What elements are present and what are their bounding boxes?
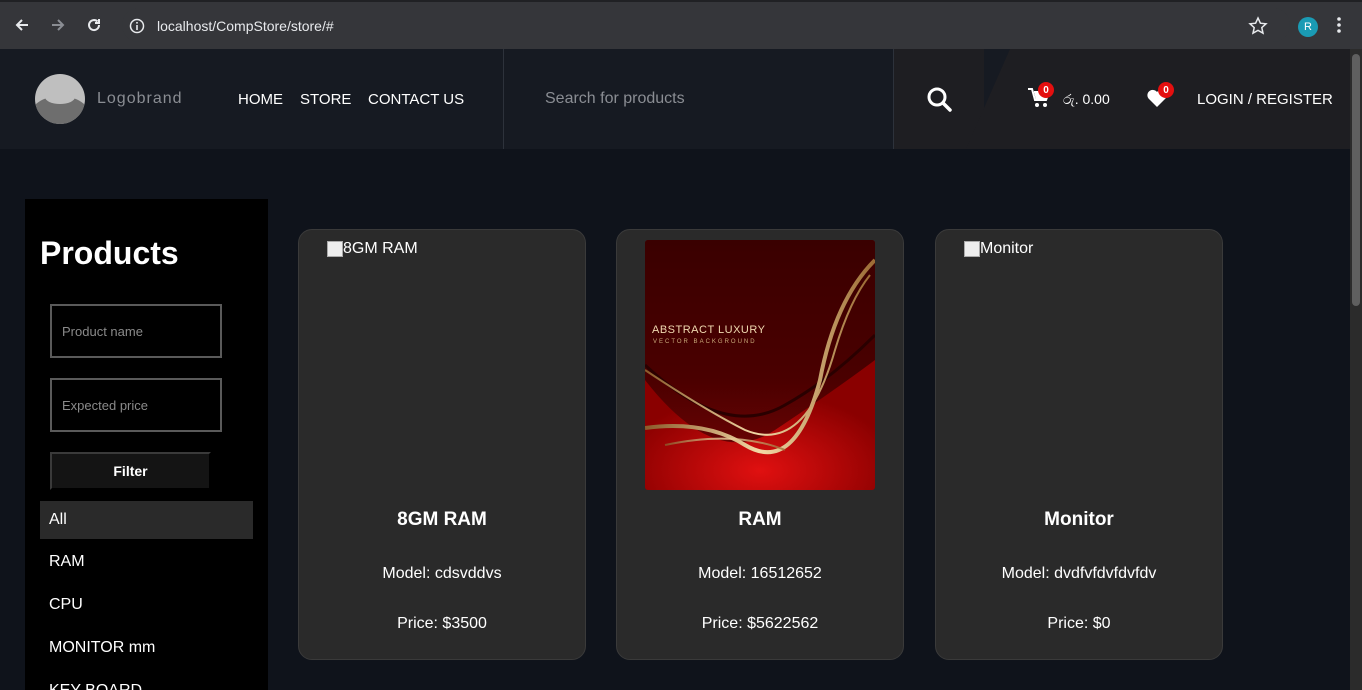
bookmark-star-icon[interactable] [1248,16,1268,41]
category-monitor[interactable]: MONITOR mm [40,629,253,667]
wishlist-count-badge: 0 [1158,82,1174,98]
image-subcaption: VECTOR BACKGROUND [653,339,757,345]
url-text: localhost/CompStore/store/# [157,18,334,34]
browser-toolbar: localhost/CompStore/store/# R [0,0,1362,49]
search-placeholder: Search for products [545,90,685,107]
product-price: Price: $0 [1047,615,1111,632]
login-register-link[interactable]: LOGIN / REGISTER [1197,91,1333,108]
sidebar-title: Products [40,235,179,271]
product-title[interactable]: 8GM RAM [299,509,585,531]
profile-avatar[interactable]: R [1298,17,1318,37]
nav-store[interactable]: STORE [300,91,351,108]
cart-total: රු. 0.00 [1063,91,1110,107]
product-card[interactable]: 8GM RAM 8GM RAM Model: cdsvddvs Price: $… [298,229,586,660]
category-keyboard[interactable]: KEY BOARD [40,672,253,690]
broken-image-icon [964,241,980,257]
search-icon [926,86,952,117]
cart-count-badge: 0 [1038,82,1054,98]
reload-icon[interactable] [84,15,104,35]
image-caption: ABSTRACT LUXURY [652,324,766,336]
product-title[interactable]: Monitor [936,509,1222,531]
broken-image: Monitor [964,240,1033,258]
product-name-placeholder: Product name [62,324,143,339]
expected-price-placeholder: Expected price [62,398,148,413]
category-all[interactable]: All [40,501,253,539]
page-scrollbar[interactable] [1350,49,1362,690]
logo-icon[interactable] [35,74,85,124]
site-info-icon[interactable] [129,18,145,39]
site-header: Logobrand HOME STORE CONTACT US Search f… [0,49,1350,149]
product-price: Price: $3500 [397,615,487,632]
forward-icon[interactable] [48,15,68,35]
scrollbar-thumb[interactable] [1352,54,1360,306]
filter-sidebar: Products Product name Expected price Fil… [25,199,268,690]
product-name-input[interactable]: Product name [50,304,222,358]
category-cpu[interactable]: CPU [40,586,253,624]
product-image[interactable]: ABSTRACT LUXURY VECTOR BACKGROUND [645,240,875,490]
product-model: Model: dvdfvfdvfdvfdv [1001,565,1157,582]
brand-name[interactable]: Logobrand [97,90,183,108]
product-card[interactable]: Monitor Monitor Model: dvdfvfdvfdvfdv Pr… [935,229,1223,660]
back-icon[interactable] [12,15,32,35]
filter-button[interactable]: Filter [50,452,211,490]
expected-price-input[interactable]: Expected price [50,378,222,432]
product-model: Model: 16512652 [698,565,822,582]
search-input[interactable]: Search for products [503,49,894,149]
product-model: Model: cdsvddvs [382,565,502,582]
nav-home[interactable]: HOME [238,91,283,108]
product-title[interactable]: RAM [617,509,903,531]
product-price: Price: $5622562 [701,615,819,632]
browser-menu-icon[interactable] [1336,16,1342,39]
broken-image-icon [327,241,343,257]
broken-image: 8GM RAM [327,240,418,258]
image-alt-text: Monitor [980,240,1034,257]
category-ram[interactable]: RAM [40,543,253,581]
product-card[interactable]: ABSTRACT LUXURY VECTOR BACKGROUND RAM Mo… [616,229,904,660]
image-alt-text: 8GM RAM [343,240,418,257]
search-button[interactable] [894,49,984,149]
nav-contact-us[interactable]: CONTACT US [368,91,464,108]
